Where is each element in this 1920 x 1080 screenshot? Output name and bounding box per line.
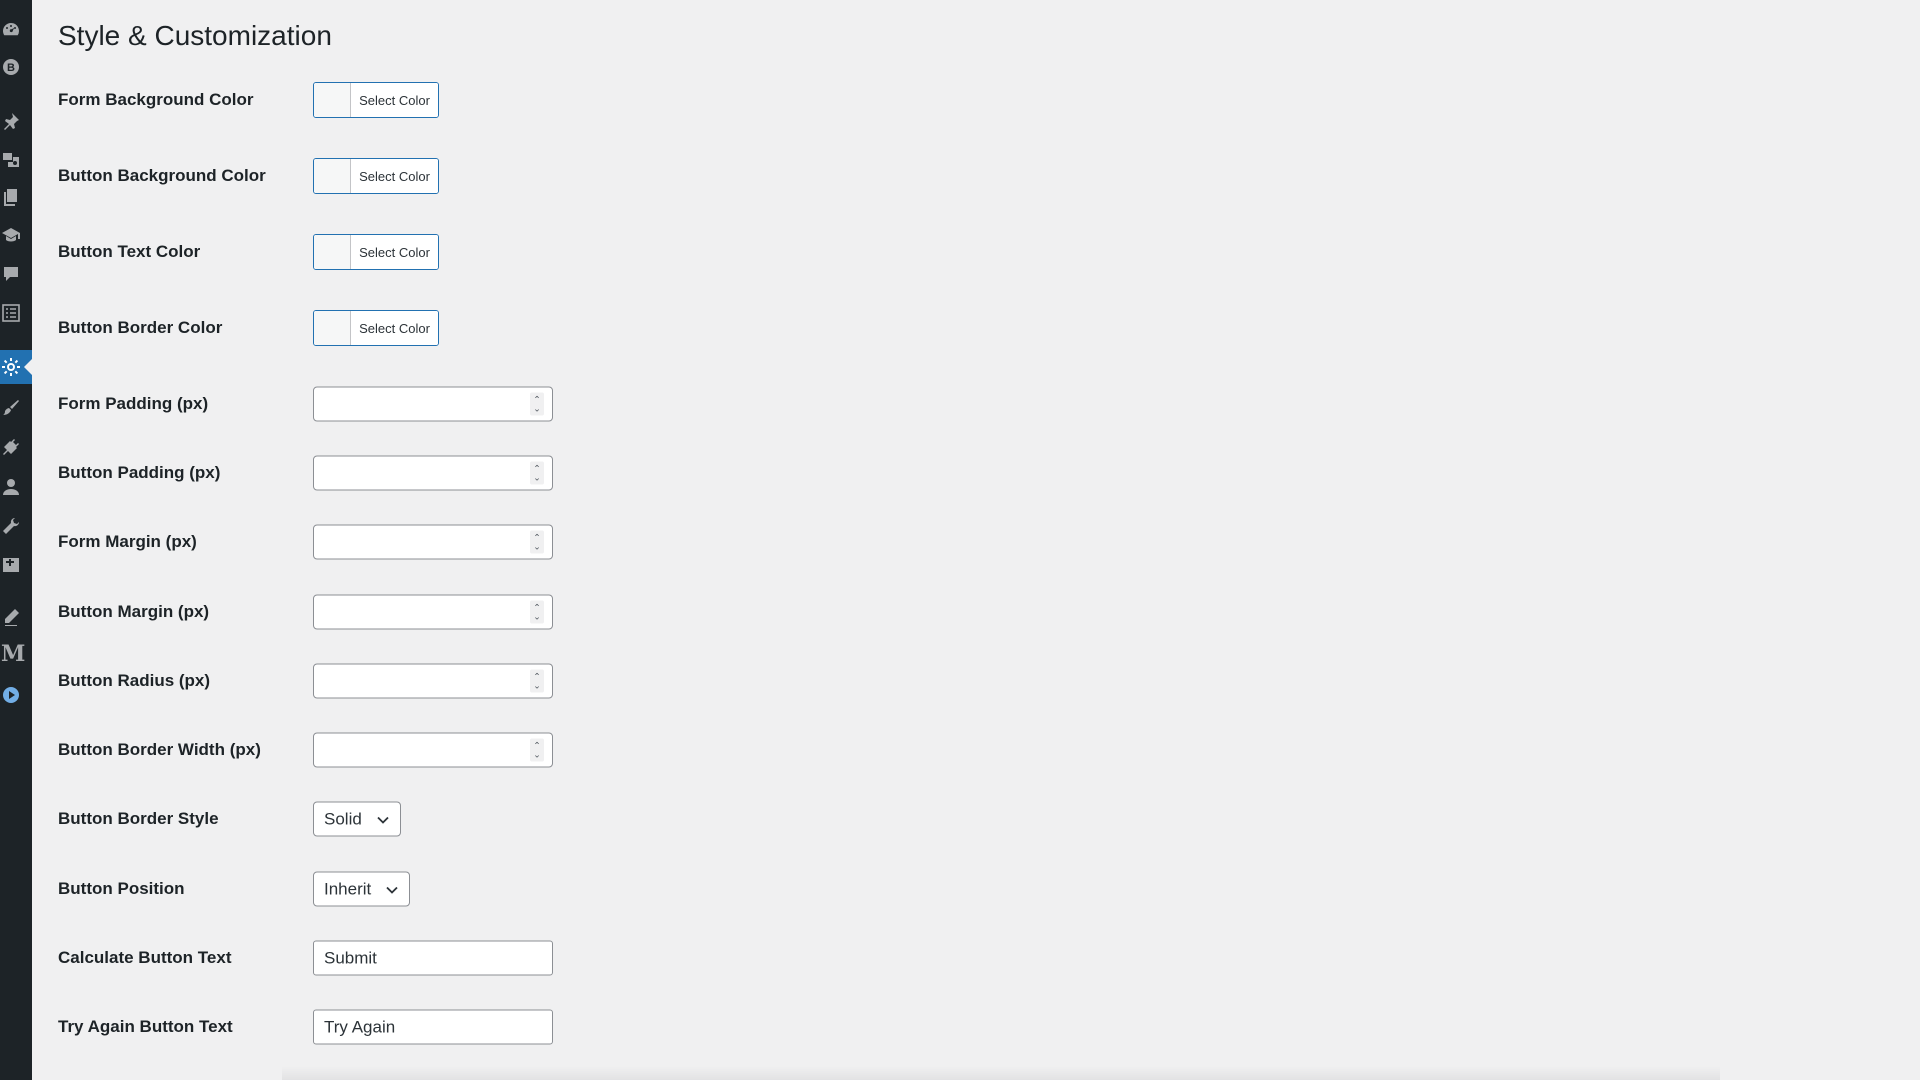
button-position-select[interactable]: Inherit: [313, 871, 411, 907]
spinner-down-icon[interactable]: ⌄: [533, 612, 541, 621]
button-text-color-picker[interactable]: Select Color: [313, 234, 439, 270]
button-position-label: Button Position: [58, 879, 185, 898]
media-icon[interactable]: [0, 142, 32, 176]
spinner-down-icon[interactable]: ⌄: [533, 542, 541, 551]
bottom-scroll-shadow: [282, 1066, 1720, 1080]
select-color-label: Select Color: [351, 311, 438, 345]
form-bg-color-label: Form Background Color: [58, 90, 254, 109]
button-position-row: Button Position Inherit: [58, 869, 1920, 909]
users-icon[interactable]: [0, 470, 32, 504]
button-radius-input[interactable]: ⌃ ⌄: [313, 663, 553, 699]
pencil-icon[interactable]: [0, 600, 32, 634]
chevron-down-icon: [386, 886, 398, 894]
number-spinner[interactable]: ⌃ ⌄: [530, 392, 544, 416]
form-padding-label: Form Padding (px): [58, 394, 209, 413]
spinner-down-icon[interactable]: ⌄: [533, 404, 541, 413]
page-title: Style & Customization: [58, 20, 332, 51]
settings-gear-icon[interactable]: [0, 350, 32, 384]
button-border-color-picker[interactable]: Select Color: [313, 310, 439, 346]
tools-wrench-icon[interactable]: [0, 509, 32, 543]
number-spinner[interactable]: ⌃ ⌄: [530, 530, 544, 554]
m-logo-icon[interactable]: M: [0, 637, 32, 671]
button-border-width-label: Button Border Width (px): [58, 740, 261, 759]
button-margin-row: Button Margin (px) ⌃ ⌄: [58, 592, 1920, 632]
spinner-down-icon[interactable]: ⌄: [533, 750, 541, 759]
spinner-down-icon[interactable]: ⌄: [533, 473, 541, 482]
calculate-button-text-row: Calculate Button Text Submit: [58, 938, 1920, 978]
calculate-button-text-label: Calculate Button Text: [58, 948, 232, 967]
form-list-icon[interactable]: [0, 296, 32, 330]
form-bg-color-row: Form Background Color Select Color: [58, 80, 1920, 120]
color-swatch: [314, 311, 351, 345]
try-again-button-text-row: Try Again Button Text Try Again: [58, 1007, 1920, 1047]
button-margin-label: Button Margin (px): [58, 602, 210, 621]
button-radius-label: Button Radius (px): [58, 671, 211, 690]
add-block-icon[interactable]: [0, 548, 32, 582]
appearance-brush-icon[interactable]: [0, 391, 32, 425]
button-text-color-label: Button Text Color: [58, 242, 201, 261]
number-spinner[interactable]: ⌃ ⌄: [530, 669, 544, 693]
form-padding-input[interactable]: ⌃ ⌄: [313, 386, 553, 422]
select-color-label: Select Color: [351, 159, 438, 193]
form-margin-input[interactable]: ⌃ ⌄: [313, 524, 553, 560]
select-color-label: Select Color: [351, 235, 438, 269]
button-padding-label: Button Padding (px): [58, 463, 221, 482]
settings-content: Style & Customization Form Background Co…: [32, 0, 1920, 1080]
button-border-color-row: Button Border Color Select Color: [58, 308, 1920, 348]
button-border-width-input[interactable]: ⌃ ⌄: [313, 732, 553, 768]
chevron-down-icon: [377, 816, 389, 824]
form-margin-row: Form Margin (px) ⌃ ⌄: [58, 522, 1920, 562]
play-circle-icon[interactable]: [0, 678, 32, 712]
dashboard-icon[interactable]: [0, 13, 32, 47]
pages-icon[interactable]: [0, 180, 32, 214]
m-logo-letter: M: [1, 641, 26, 667]
button-padding-input[interactable]: ⌃ ⌄: [313, 455, 553, 491]
button-bg-color-label: Button Background Color: [58, 166, 266, 185]
number-spinner[interactable]: ⌃ ⌄: [530, 600, 544, 624]
try-again-button-text-input[interactable]: Try Again: [313, 1009, 553, 1045]
svg-text:B: B: [7, 62, 15, 74]
selected-value: Solid: [324, 809, 362, 828]
button-border-color-label: Button Border Color: [58, 318, 223, 337]
graduation-cap-icon[interactable]: [0, 218, 32, 252]
button-border-width-row: Button Border Width (px) ⌃ ⌄: [58, 730, 1920, 770]
form-margin-label: Form Margin (px): [58, 532, 197, 551]
color-swatch: [314, 159, 351, 193]
number-spinner[interactable]: ⌃ ⌄: [530, 738, 544, 762]
button-bg-color-row: Button Background Color Select Color: [58, 156, 1920, 196]
select-color-label: Select Color: [351, 83, 438, 117]
button-border-style-row: Button Border Style Solid: [58, 799, 1920, 839]
button-text-color-row: Button Text Color Select Color: [58, 232, 1920, 272]
plugins-icon[interactable]: [0, 430, 32, 464]
form-bg-color-picker[interactable]: Select Color: [313, 82, 439, 118]
form-padding-row: Form Padding (px) ⌃ ⌄: [58, 384, 1920, 424]
spinner-down-icon[interactable]: ⌄: [533, 681, 541, 690]
comment-icon[interactable]: [0, 257, 32, 291]
b-badge-icon[interactable]: B: [0, 50, 32, 84]
button-padding-row: Button Padding (px) ⌃ ⌄: [58, 453, 1920, 493]
button-border-style-label: Button Border Style: [58, 809, 219, 828]
calculate-button-text-input[interactable]: Submit: [313, 940, 553, 976]
pin-icon[interactable]: [0, 104, 32, 138]
color-swatch: [314, 235, 351, 269]
selected-value: Inherit: [324, 879, 372, 898]
button-radius-row: Button Radius (px) ⌃ ⌄: [58, 661, 1920, 701]
button-border-style-select[interactable]: Solid: [313, 801, 401, 837]
button-margin-input[interactable]: ⌃ ⌄: [313, 594, 553, 630]
try-again-button-text-label: Try Again Button Text: [58, 1017, 233, 1036]
number-spinner[interactable]: ⌃ ⌄: [530, 461, 544, 485]
button-bg-color-picker[interactable]: Select Color: [313, 158, 439, 194]
admin-sidebar: B M: [0, 0, 32, 1080]
color-swatch: [314, 83, 351, 117]
